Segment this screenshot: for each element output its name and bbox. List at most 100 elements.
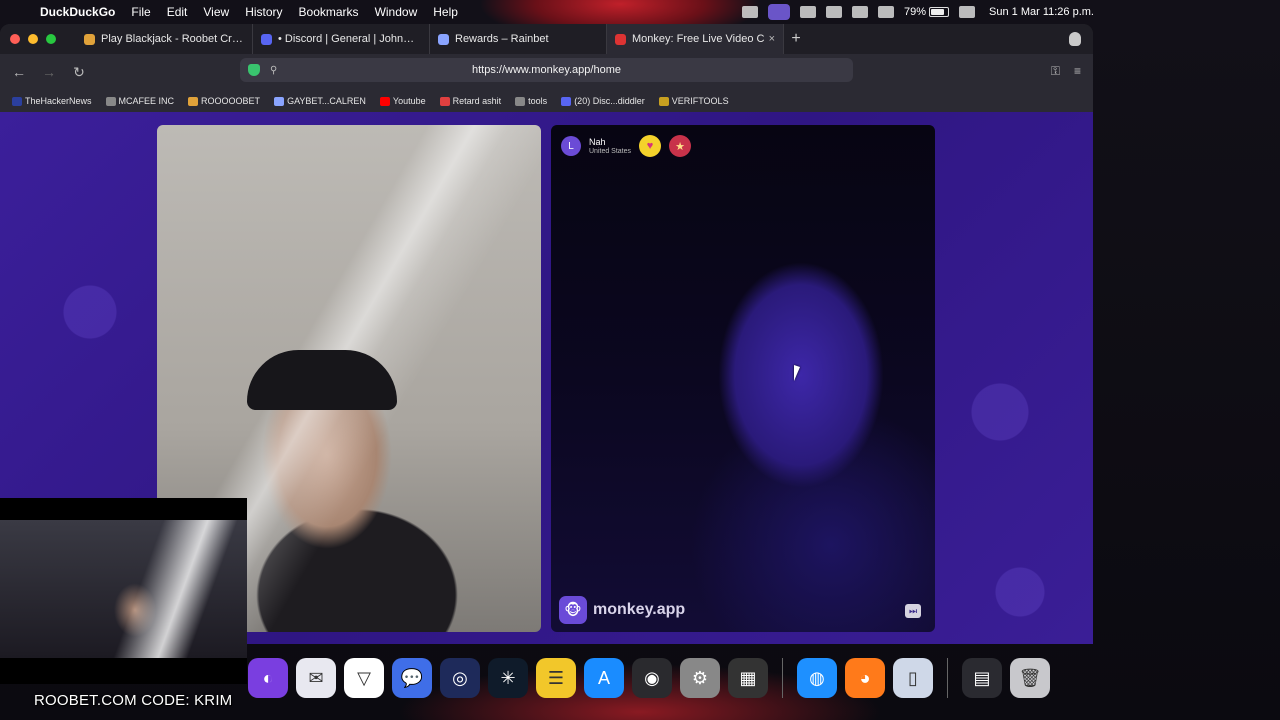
tab-monkey[interactable]: Monkey: Free Live Video C × — [607, 24, 784, 54]
bookmark-item[interactable]: Retard ashit — [439, 96, 502, 106]
bookmarks-bar: TheHackerNews MCAFEE INC ROOOOOBET GAYBET..… — [0, 90, 1093, 112]
new-tab-button[interactable]: + — [784, 30, 808, 48]
back-button[interactable]: ← — [8, 64, 30, 80]
minimize-window-button[interactable] — [28, 34, 38, 44]
apple-menu-icon[interactable] — [14, 5, 26, 19]
bookmark-label: tools — [528, 96, 548, 106]
bookmark-label: Retard ashit — [452, 96, 502, 106]
menu-bar: DuckDuckGo File Edit View History Bookma… — [0, 0, 1280, 24]
bookmark-favicon-icon — [515, 96, 526, 106]
peer-country: United States — [589, 147, 632, 155]
streamer-webcam-overlay — [0, 498, 247, 684]
toolbar-right: ⚿ ≡ — [1051, 64, 1081, 79]
webcam-feed — [0, 520, 247, 658]
bookmark-item[interactable]: TheHackerNews — [12, 96, 92, 106]
arc-dock-icon[interactable]: ◐ — [248, 658, 288, 698]
vpn-status-icon[interactable] — [800, 6, 816, 18]
peer-name: Nah — [589, 136, 606, 147]
bookmark-item[interactable]: GAYBET...CALREN — [274, 96, 366, 106]
bookmark-favicon-icon — [274, 96, 285, 106]
menu-file[interactable]: File — [131, 5, 150, 19]
mail-dock-icon[interactable]: ✉ — [296, 658, 336, 698]
close-tab-icon[interactable]: × — [769, 33, 775, 45]
status-app-icon[interactable] — [742, 6, 758, 18]
control-center-icon[interactable] — [959, 6, 976, 18]
bookmark-item[interactable]: ROOOOOBET — [188, 96, 260, 106]
address-bar[interactable]: ⚲ https://www.monkey.app/home — [240, 58, 853, 82]
activity-icon[interactable] — [878, 6, 894, 18]
trash-dock-icon[interactable]: 🗑 — [1010, 658, 1050, 698]
menu-view[interactable]: View — [203, 5, 229, 19]
browser-toolbar: ← → ↻ ⚲ https://www.monkey.app/home ⚿ ≡ — [0, 54, 1093, 90]
dock-separator — [947, 658, 948, 698]
bookmark-favicon-icon — [439, 96, 450, 106]
local-user-cap — [247, 350, 397, 410]
clock[interactable]: Sun 1 Mar 11:26 p.m. — [989, 6, 1094, 18]
bookmark-favicon-icon — [379, 96, 390, 106]
launchpad-dock-icon[interactable]: ▦ — [728, 658, 768, 698]
settings-dock-icon[interactable]: ⚙ — [680, 658, 720, 698]
menu-bookmarks[interactable]: Bookmarks — [299, 5, 359, 19]
passwords-key-icon[interactable]: ⚿ — [1051, 64, 1060, 79]
peer-info: L Nah United States ♥ ★ — [561, 135, 692, 157]
tab-roobet[interactable]: Play Blackjack - Roobet Crypto ( — [76, 24, 253, 54]
battery-status[interactable]: 79% — [904, 6, 950, 18]
tab-discord[interactable]: • Discord | General | JohnMcafe — [253, 24, 430, 54]
iphone-mirroring-dock-icon[interactable]: ▯ — [893, 658, 933, 698]
forward-button[interactable]: → — [38, 64, 60, 80]
vpn-dock-icon[interactable]: ▽ — [344, 658, 384, 698]
microphone-icon — [615, 33, 626, 45]
messages-dock-icon[interactable]: 💬 — [392, 658, 432, 698]
bookmark-favicon-icon — [12, 96, 22, 106]
firefox-dock-icon[interactable]: ◕ — [845, 658, 885, 698]
dock-separator — [782, 658, 783, 698]
remote-video-feed: L Nah United States ♥ ★ 🐵 monkey.app ⏭ — [551, 125, 935, 632]
screen-share-icon[interactable] — [768, 4, 790, 20]
bookmark-label: (20) Disc...diddler — [574, 96, 645, 106]
menu-help[interactable]: Help — [433, 5, 458, 19]
close-window-button[interactable] — [10, 34, 20, 44]
wifi-icon[interactable] — [852, 6, 868, 18]
sim-icon[interactable] — [826, 6, 842, 18]
tab-title: Play Blackjack - Roobet Crypto ( — [101, 33, 244, 45]
battery-percent: 79% — [904, 6, 927, 18]
app-name[interactable]: DuckDuckGo — [40, 5, 115, 19]
bookmark-item[interactable]: tools — [515, 96, 547, 106]
discord-favicon-icon — [261, 33, 272, 45]
heart-icon[interactable]: ♥ — [639, 135, 662, 157]
obs-dock-icon[interactable]: ◉ — [632, 658, 672, 698]
perplexity-dock-icon[interactable]: ✳ — [488, 658, 528, 698]
bookmark-item[interactable]: VERIFTOOLS — [658, 96, 729, 106]
tab-title: Rewards – Rainbet — [455, 33, 549, 45]
bookmark-favicon-icon — [188, 96, 199, 106]
tab-rainbet[interactable]: Rewards – Rainbet — [430, 24, 607, 54]
menu-history[interactable]: History — [245, 5, 282, 19]
url-text[interactable]: https://www.monkey.app/home — [240, 64, 853, 76]
app-store-dock-icon[interactable]: A — [584, 658, 624, 698]
peer-details: Nah United States — [589, 137, 631, 156]
brand-text: monkey.app — [593, 601, 686, 618]
menu-icon[interactable]: ≡ — [1074, 64, 1081, 79]
fire-button-icon[interactable] — [1069, 32, 1081, 46]
safari-dock-icon[interactable]: ◍ — [797, 658, 837, 698]
menu-window[interactable]: Window — [375, 5, 418, 19]
battery-icon — [929, 7, 950, 17]
bookmark-label: ROOOOOBET — [201, 96, 261, 106]
brand-watermark: 🐵 monkey.app — [559, 596, 685, 624]
fingerprint-dock-icon[interactable]: ◎ — [440, 658, 480, 698]
notes-dock-icon[interactable]: ☰ — [536, 658, 576, 698]
zoom-window-button[interactable] — [46, 34, 56, 44]
skip-button[interactable]: ⏭ — [905, 604, 921, 618]
peer-avatar[interactable]: L — [561, 136, 581, 156]
bookmark-item[interactable]: (20) Disc...diddler — [561, 96, 645, 106]
reload-button[interactable]: ↻ — [68, 64, 90, 81]
stream-caption: ROOBET.COM CODE: KRIM — [34, 692, 233, 709]
bookmark-item[interactable]: MCAFEE INC — [105, 96, 174, 106]
menu-edit[interactable]: Edit — [167, 5, 188, 19]
roobet-favicon-icon — [84, 33, 95, 45]
recent-window-dock-icon[interactable]: ▤ — [962, 658, 1002, 698]
mouse-cursor-icon — [794, 365, 806, 381]
bookmark-favicon-icon — [105, 96, 116, 106]
gift-icon[interactable]: ★ — [669, 135, 692, 157]
bookmark-item[interactable]: Youtube — [379, 96, 426, 106]
